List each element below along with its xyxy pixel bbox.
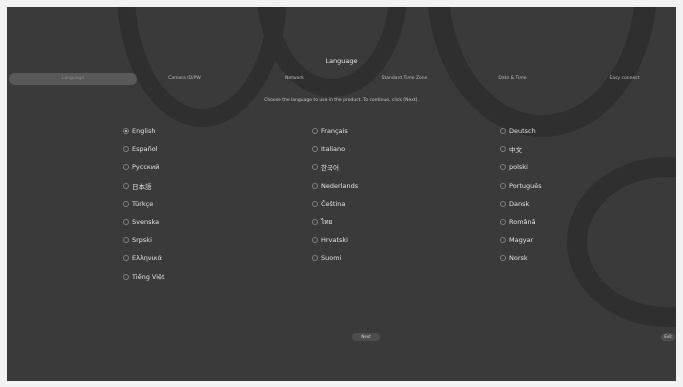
language-label: polski <box>509 163 528 172</box>
radio-button[interactable] <box>123 219 129 225</box>
radio-button[interactable] <box>312 146 318 153</box>
step-camera-id-pw[interactable]: Camera ID/PW <box>142 73 227 85</box>
radio-button[interactable] <box>123 200 129 207</box>
language-label: English <box>132 127 156 135</box>
language-option[interactable]: Français <box>312 125 348 137</box>
language-option[interactable]: Dansk <box>500 198 529 210</box>
language-option[interactable]: Română <box>500 216 536 228</box>
language-option[interactable]: Čeština <box>312 198 345 210</box>
radio-button[interactable] <box>500 219 506 225</box>
radio-button[interactable] <box>500 128 506 134</box>
language-label: Hrvatski <box>321 236 348 245</box>
language-option[interactable]: polski <box>500 161 528 173</box>
step-date-time[interactable]: Date & Time <box>470 73 555 85</box>
language-label: ไทย <box>321 218 333 226</box>
language-label: Italiano <box>321 145 346 154</box>
language-option[interactable]: Tiếng Việt <box>123 271 165 283</box>
language-label: Magyar <box>509 236 534 245</box>
radio-button[interactable] <box>312 200 318 207</box>
step-network[interactable]: Network <box>252 73 337 85</box>
language-option[interactable]: Deutsch <box>500 125 536 137</box>
language-option[interactable]: Italiano <box>312 143 345 155</box>
language-label: Română <box>509 218 536 226</box>
radio-button[interactable] <box>123 182 129 189</box>
language-option[interactable]: Português <box>500 180 542 192</box>
language-label: Deutsch <box>509 127 536 135</box>
language-option[interactable]: 日本語 <box>123 180 152 192</box>
radio-button[interactable] <box>500 164 506 171</box>
language-label: Nederlands <box>321 181 359 190</box>
language-option[interactable]: 中文 <box>500 143 522 155</box>
step-standard-time-zone[interactable]: Standard Time Zone <box>362 73 447 85</box>
radio-button[interactable] <box>123 146 129 153</box>
language-label: Türkçe <box>132 199 154 208</box>
language-option[interactable]: Türkçe <box>123 198 153 210</box>
language-option[interactable]: Русский <box>123 161 159 173</box>
radio-button[interactable] <box>312 128 318 134</box>
radio-button[interactable] <box>312 255 318 262</box>
language-option[interactable]: Magyar <box>500 234 533 246</box>
radio-button[interactable] <box>123 255 129 262</box>
radio-button[interactable] <box>312 182 318 189</box>
step-language[interactable]: Language <box>9 73 137 85</box>
background-decoration <box>567 157 676 327</box>
radio-button[interactable] <box>500 200 506 207</box>
setup-steps: Language Camera ID/PW Network Standard T… <box>7 73 676 87</box>
language-label: Français <box>321 127 348 135</box>
language-label: Srpski <box>132 236 152 245</box>
radio-button[interactable] <box>312 164 318 171</box>
background-decoration <box>427 7 657 137</box>
language-label: Dansk <box>509 199 530 208</box>
language-label: Tiếng Việt <box>132 272 165 281</box>
language-label: Русский <box>132 163 160 172</box>
radio-button[interactable] <box>123 128 129 134</box>
page-title: Language <box>325 57 358 65</box>
language-label: 한국어 <box>321 164 339 173</box>
language-label: Ελληνικά <box>132 254 162 263</box>
language-option[interactable]: English <box>123 125 155 137</box>
radio-button[interactable] <box>312 237 318 244</box>
language-label: Norsk <box>509 254 528 263</box>
language-option[interactable]: Nederlands <box>312 180 358 192</box>
language-label: Čeština <box>321 199 346 208</box>
exit-button[interactable]: Exit <box>661 333 675 341</box>
radio-button[interactable] <box>312 219 318 225</box>
step-easy-connect[interactable]: Easy connect <box>582 73 667 85</box>
instruction-text: Choose the language to use in the produc… <box>264 98 419 103</box>
language-option[interactable]: Ελληνικά <box>123 252 162 264</box>
language-label: Español <box>132 145 158 154</box>
language-option[interactable]: ไทย <box>312 216 332 228</box>
next-button[interactable]: Next <box>352 333 380 341</box>
language-option[interactable]: Suomi <box>312 252 341 264</box>
language-option[interactable]: Español <box>123 143 158 155</box>
language-label: Português <box>509 181 542 190</box>
language-label: Suomi <box>321 254 342 263</box>
setup-screen: Language Language Camera ID/PW Network S… <box>7 7 676 381</box>
radio-button[interactable] <box>123 237 129 244</box>
radio-button[interactable] <box>123 273 129 280</box>
radio-button[interactable] <box>500 255 506 262</box>
radio-button[interactable] <box>500 182 506 189</box>
language-label: Svenska <box>132 218 160 226</box>
language-label: 日本語 <box>132 182 152 191</box>
language-option[interactable]: Norsk <box>500 252 528 264</box>
radio-button[interactable] <box>123 164 129 171</box>
language-label: 中文 <box>509 146 522 155</box>
radio-button[interactable] <box>500 237 506 244</box>
language-option[interactable]: 한국어 <box>312 161 339 173</box>
language-option[interactable]: Hrvatski <box>312 234 348 246</box>
radio-button[interactable] <box>500 146 506 153</box>
language-option[interactable]: Svenska <box>123 216 159 228</box>
language-option[interactable]: Srpski <box>123 234 152 246</box>
